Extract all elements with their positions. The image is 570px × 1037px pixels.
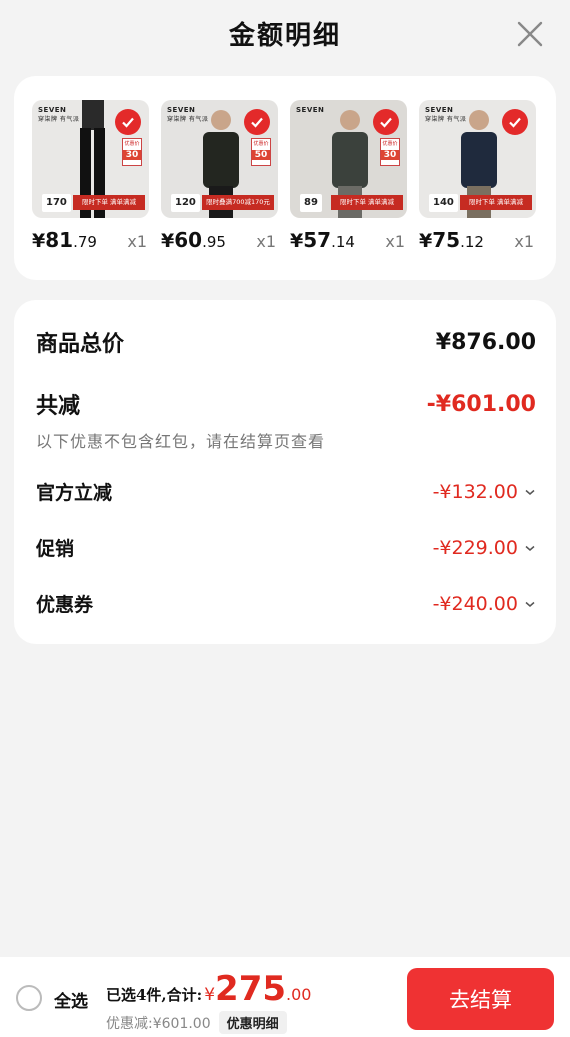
close-button[interactable] [516,20,544,48]
product-image[interactable]: SEVEN 穿柒牌 有气派 140 限时下单 满单满减 [419,100,536,218]
product-item[interactable]: SEVEN 穿柒牌 有气派 优惠价 30 170 限时下单 满单满减 ¥81.79 … [32,100,149,252]
check-icon [244,109,270,135]
page-title: 金额明细 [228,20,341,51]
header: 金额明细 [0,0,570,66]
product-price: ¥81.79 [32,228,97,252]
select-all-label[interactable]: 全选 [54,987,88,1012]
check-icon [373,109,399,135]
discount-value: -¥240.00 [432,592,518,615]
close-icon [517,21,543,47]
check-icon [502,109,528,135]
total-price-label: 商品总价 [36,331,125,357]
chevron-down-icon [525,489,535,495]
chevron-down-icon [525,601,535,607]
discount-row-official[interactable]: 官方立减 -¥132.00 [36,478,536,505]
total-reduce-row: 共减 -¥601.00 [36,388,536,420]
checkout-button[interactable]: 去结算 [407,968,554,1030]
product-price: ¥57.14 [290,228,355,252]
product-quantity: x1 [514,232,534,251]
total-reduce-label: 共减 [36,393,81,419]
discount-value: -¥229.00 [432,536,518,559]
checkout-bar: 全选 已选4件,合计: ¥ 275 .00 优惠减:¥601.00 优惠明细 去… [0,957,570,1037]
total-amount: 275 [215,969,287,1009]
promo-strip: 限时下单 满单满减 [460,195,532,210]
total-price-row: 商品总价 ¥876.00 [36,326,536,358]
tag-price: 140 [429,194,458,212]
tag-price: 89 [300,194,322,212]
discount-total-text: 优惠减:¥601.00 [106,1015,211,1032]
total-decimal: .00 [286,985,312,1004]
product-item[interactable]: SEVEN 穿柒牌 有气派 140 限时下单 满单满减 ¥75.12 x1 [419,100,536,252]
total-reduce-value: -¥601.00 [426,391,536,417]
discount-label: 官方立减 [36,482,113,504]
product-quantity: x1 [127,232,147,251]
discount-tag: 优惠价 50 [251,138,271,166]
discount-label: 优惠券 [36,594,94,616]
products-card: SEVEN 穿柒牌 有气派 优惠价 30 170 限时下单 满单满减 ¥81.79 … [14,76,556,280]
product-image[interactable]: SEVEN 优惠价 30 89 限时下单 满单满减 [290,100,407,218]
total-label: 已选4件,合计: [106,986,203,1004]
product-price: ¥60.95 [161,228,226,252]
tag-price: 170 [42,194,71,212]
discount-toggle[interactable]: -¥132.00 [433,481,536,503]
select-all-radio[interactable] [16,985,42,1011]
total-summary: 已选4件,合计: ¥ 275 .00 [106,969,311,1009]
discount-row-coupon[interactable]: 优惠券 -¥240.00 [36,590,536,617]
chevron-down-icon [525,545,535,551]
discount-value: -¥132.00 [432,480,518,503]
product-list: SEVEN 穿柒牌 有气派 优惠价 30 170 限时下单 满单满减 ¥81.79 … [32,100,536,252]
tag-price: 120 [171,194,200,212]
product-image[interactable]: SEVEN 穿柒牌 有气派 优惠价 30 170 限时下单 满单满减 [32,100,149,218]
discount-tag: 优惠价 30 [380,138,400,166]
discount-note: 以下优惠不包含红包，请在结算页查看 [36,432,326,451]
product-quantity: x1 [385,232,405,251]
product-price: ¥75.12 [419,228,484,252]
product-image[interactable]: SEVEN 穿柒牌 有气派 优惠价 50 120 限时叠满700减170元 [161,100,278,218]
discount-toggle[interactable]: -¥240.00 [433,593,536,615]
discount-label: 促销 [36,538,75,560]
total-price-value: ¥876.00 [435,329,536,355]
discount-detail-button[interactable]: 优惠明细 [218,1011,287,1034]
promo-strip: 限时叠满700减170元 [202,195,274,210]
product-item[interactable]: SEVEN 穿柒牌 有气派 优惠价 50 120 限时叠满700减170元 ¥60.… [161,100,278,252]
brand-logo: SEVEN [296,106,325,114]
promo-strip: 限时下单 满单满减 [73,195,145,210]
product-quantity: x1 [256,232,276,251]
price-summary-card: 商品总价 ¥876.00 共减 -¥601.00 以下优惠不包含红包，请在结算页… [14,300,556,644]
total-currency: ¥ [204,985,216,1005]
product-item[interactable]: SEVEN 优惠价 30 89 限时下单 满单满减 ¥57.14 x1 [290,100,407,252]
promo-strip: 限时下单 满单满减 [331,195,403,210]
discount-summary: 优惠减:¥601.00 优惠明细 [106,1011,287,1034]
discount-tag: 优惠价 30 [122,138,142,166]
discount-toggle[interactable]: -¥229.00 [433,537,536,559]
discount-row-promotion[interactable]: 促销 -¥229.00 [36,534,536,561]
check-icon [115,109,141,135]
